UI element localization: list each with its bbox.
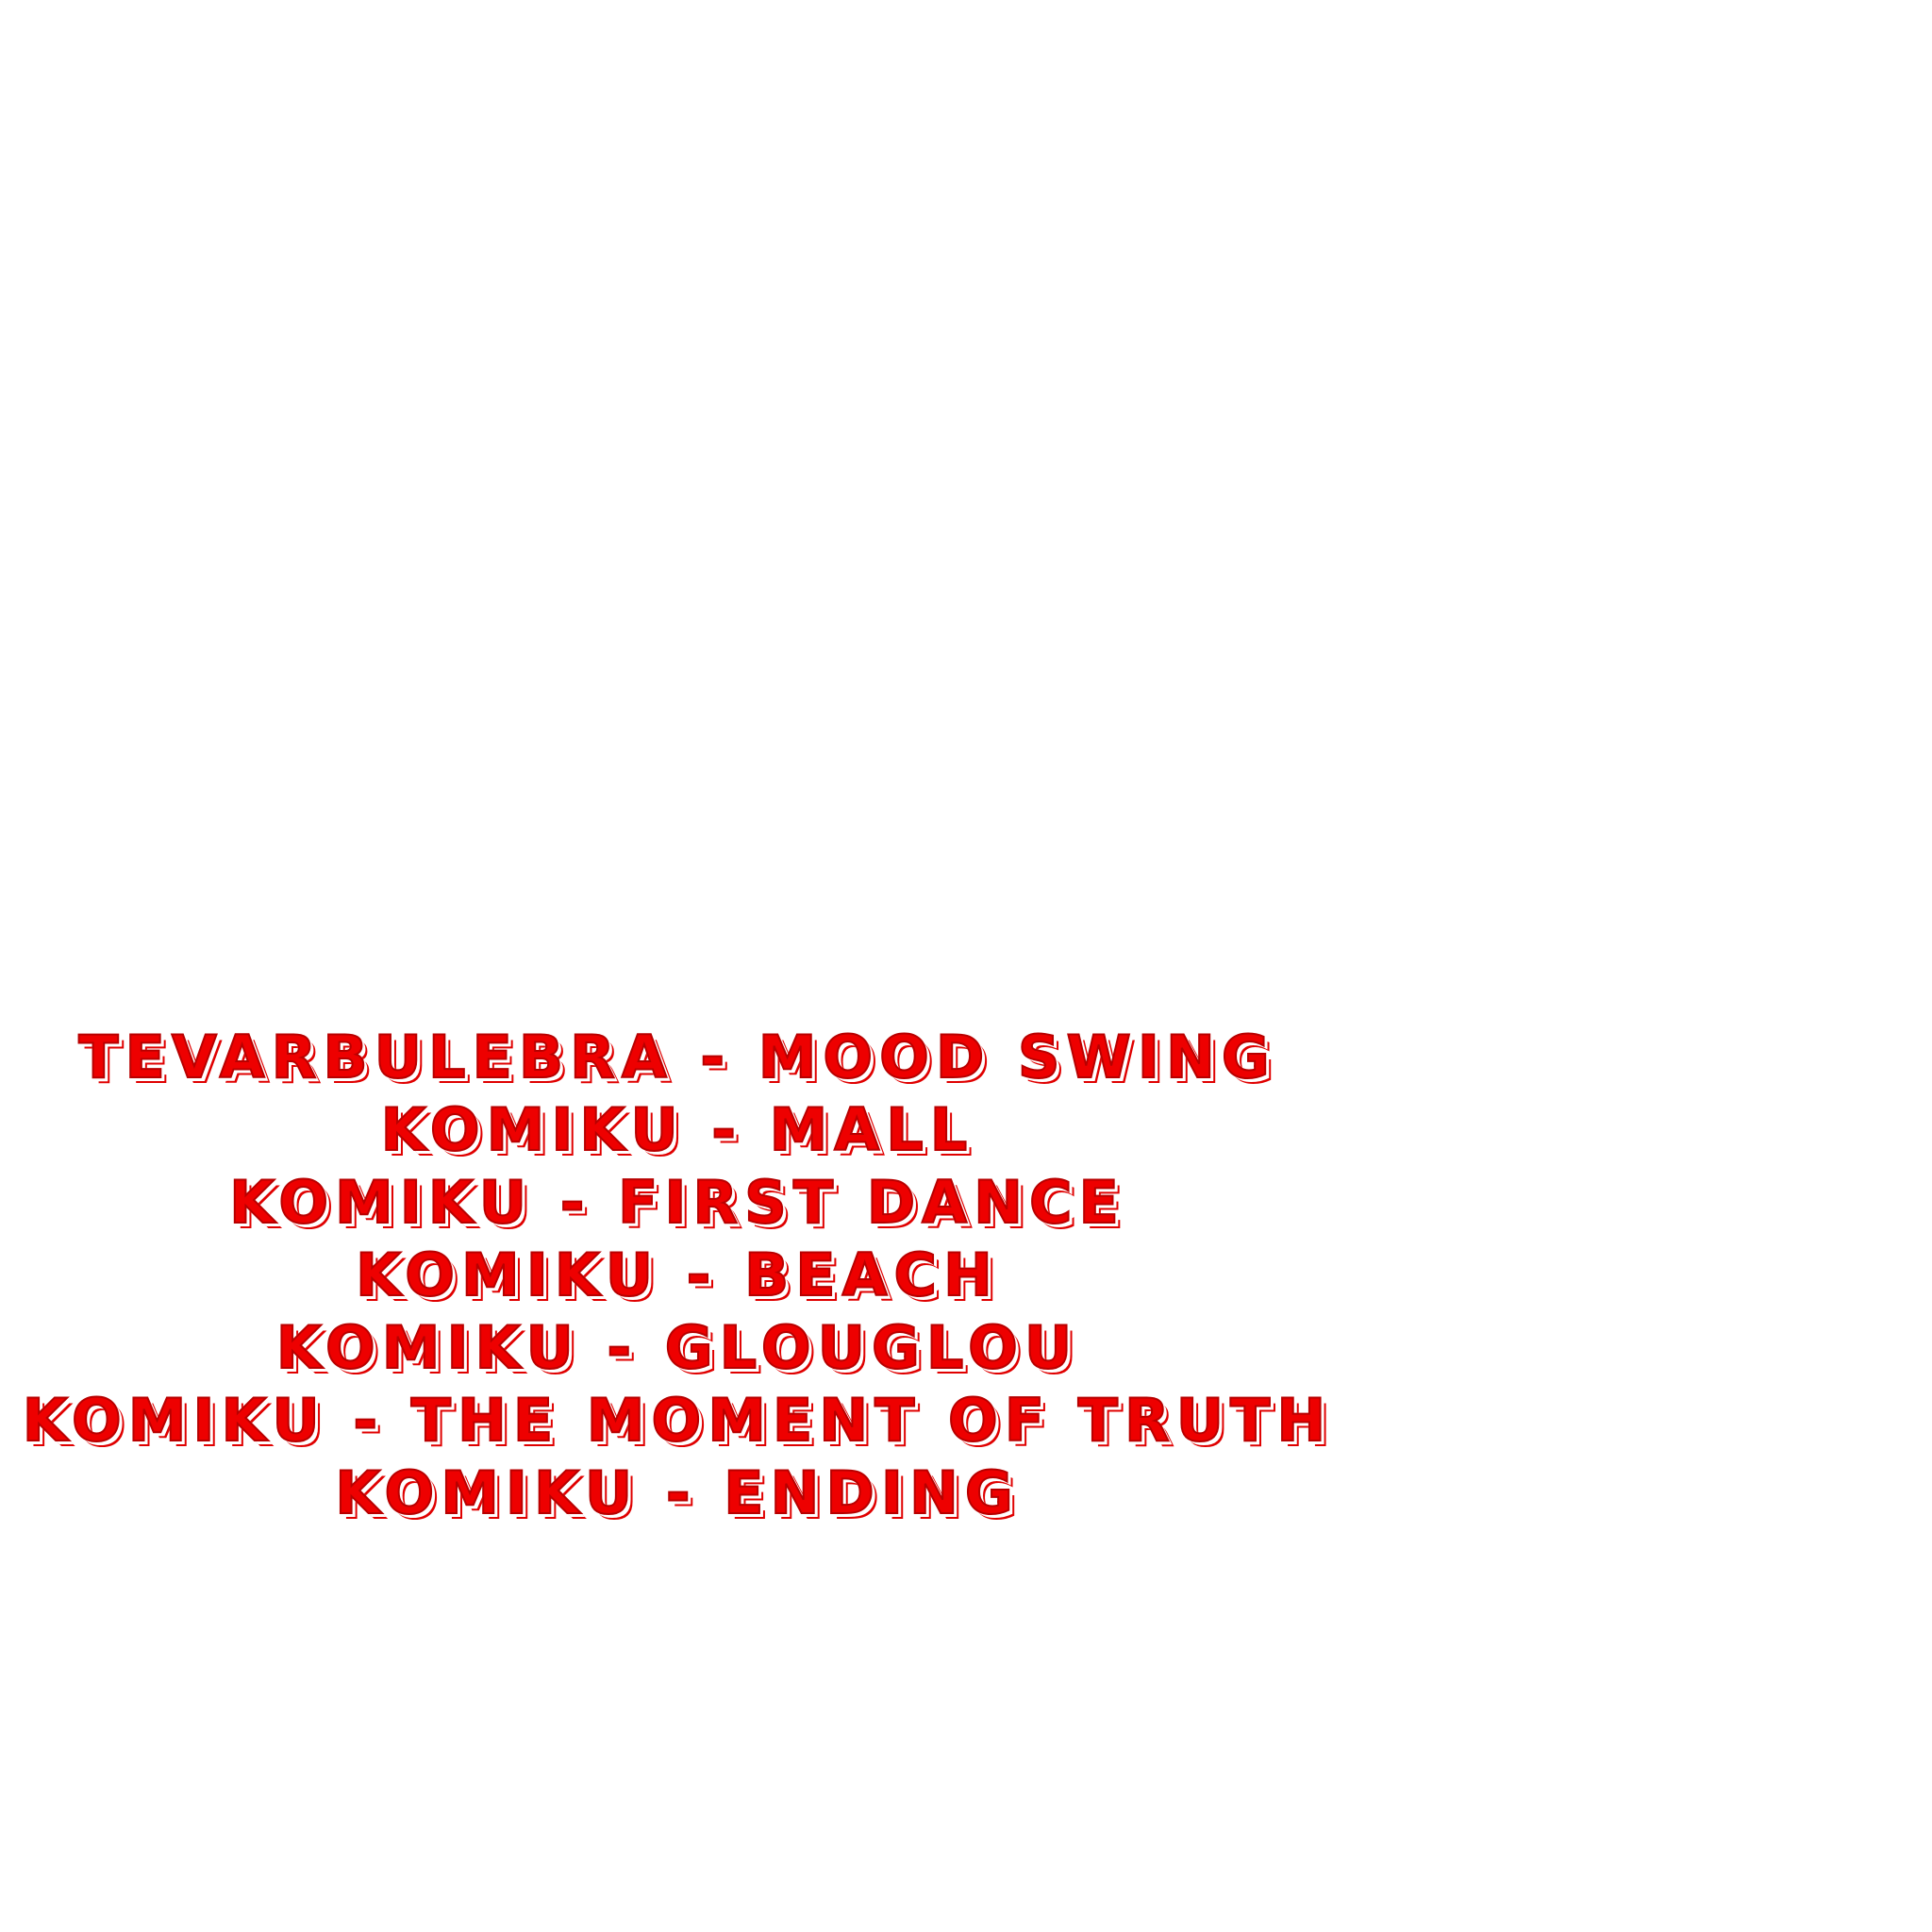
credit-line-mall: KOMIKU - MALL	[380, 1094, 974, 1165]
credit-line-mood-swing: TEVARBULEBRA - MOOD SWING	[77, 1022, 1276, 1092]
credit-line-moment-of-truth: KOMIKU - THE MOMENT OF TRUTH	[22, 1385, 1333, 1456]
credit-line-beach: KOMIKU - BEACH	[355, 1240, 999, 1310]
credit-line-glouglou: KOMIKU - GLOUGLOU	[275, 1312, 1079, 1383]
music-credits-list: TEVARBULEBRA - MOOD SWING KOMIKU - MALL …	[0, 1021, 1355, 1529]
credit-line-first-dance: KOMIKU - FIRST DANCE	[228, 1167, 1125, 1238]
credit-line-ending: KOMIKU - ENDING	[334, 1457, 1020, 1528]
